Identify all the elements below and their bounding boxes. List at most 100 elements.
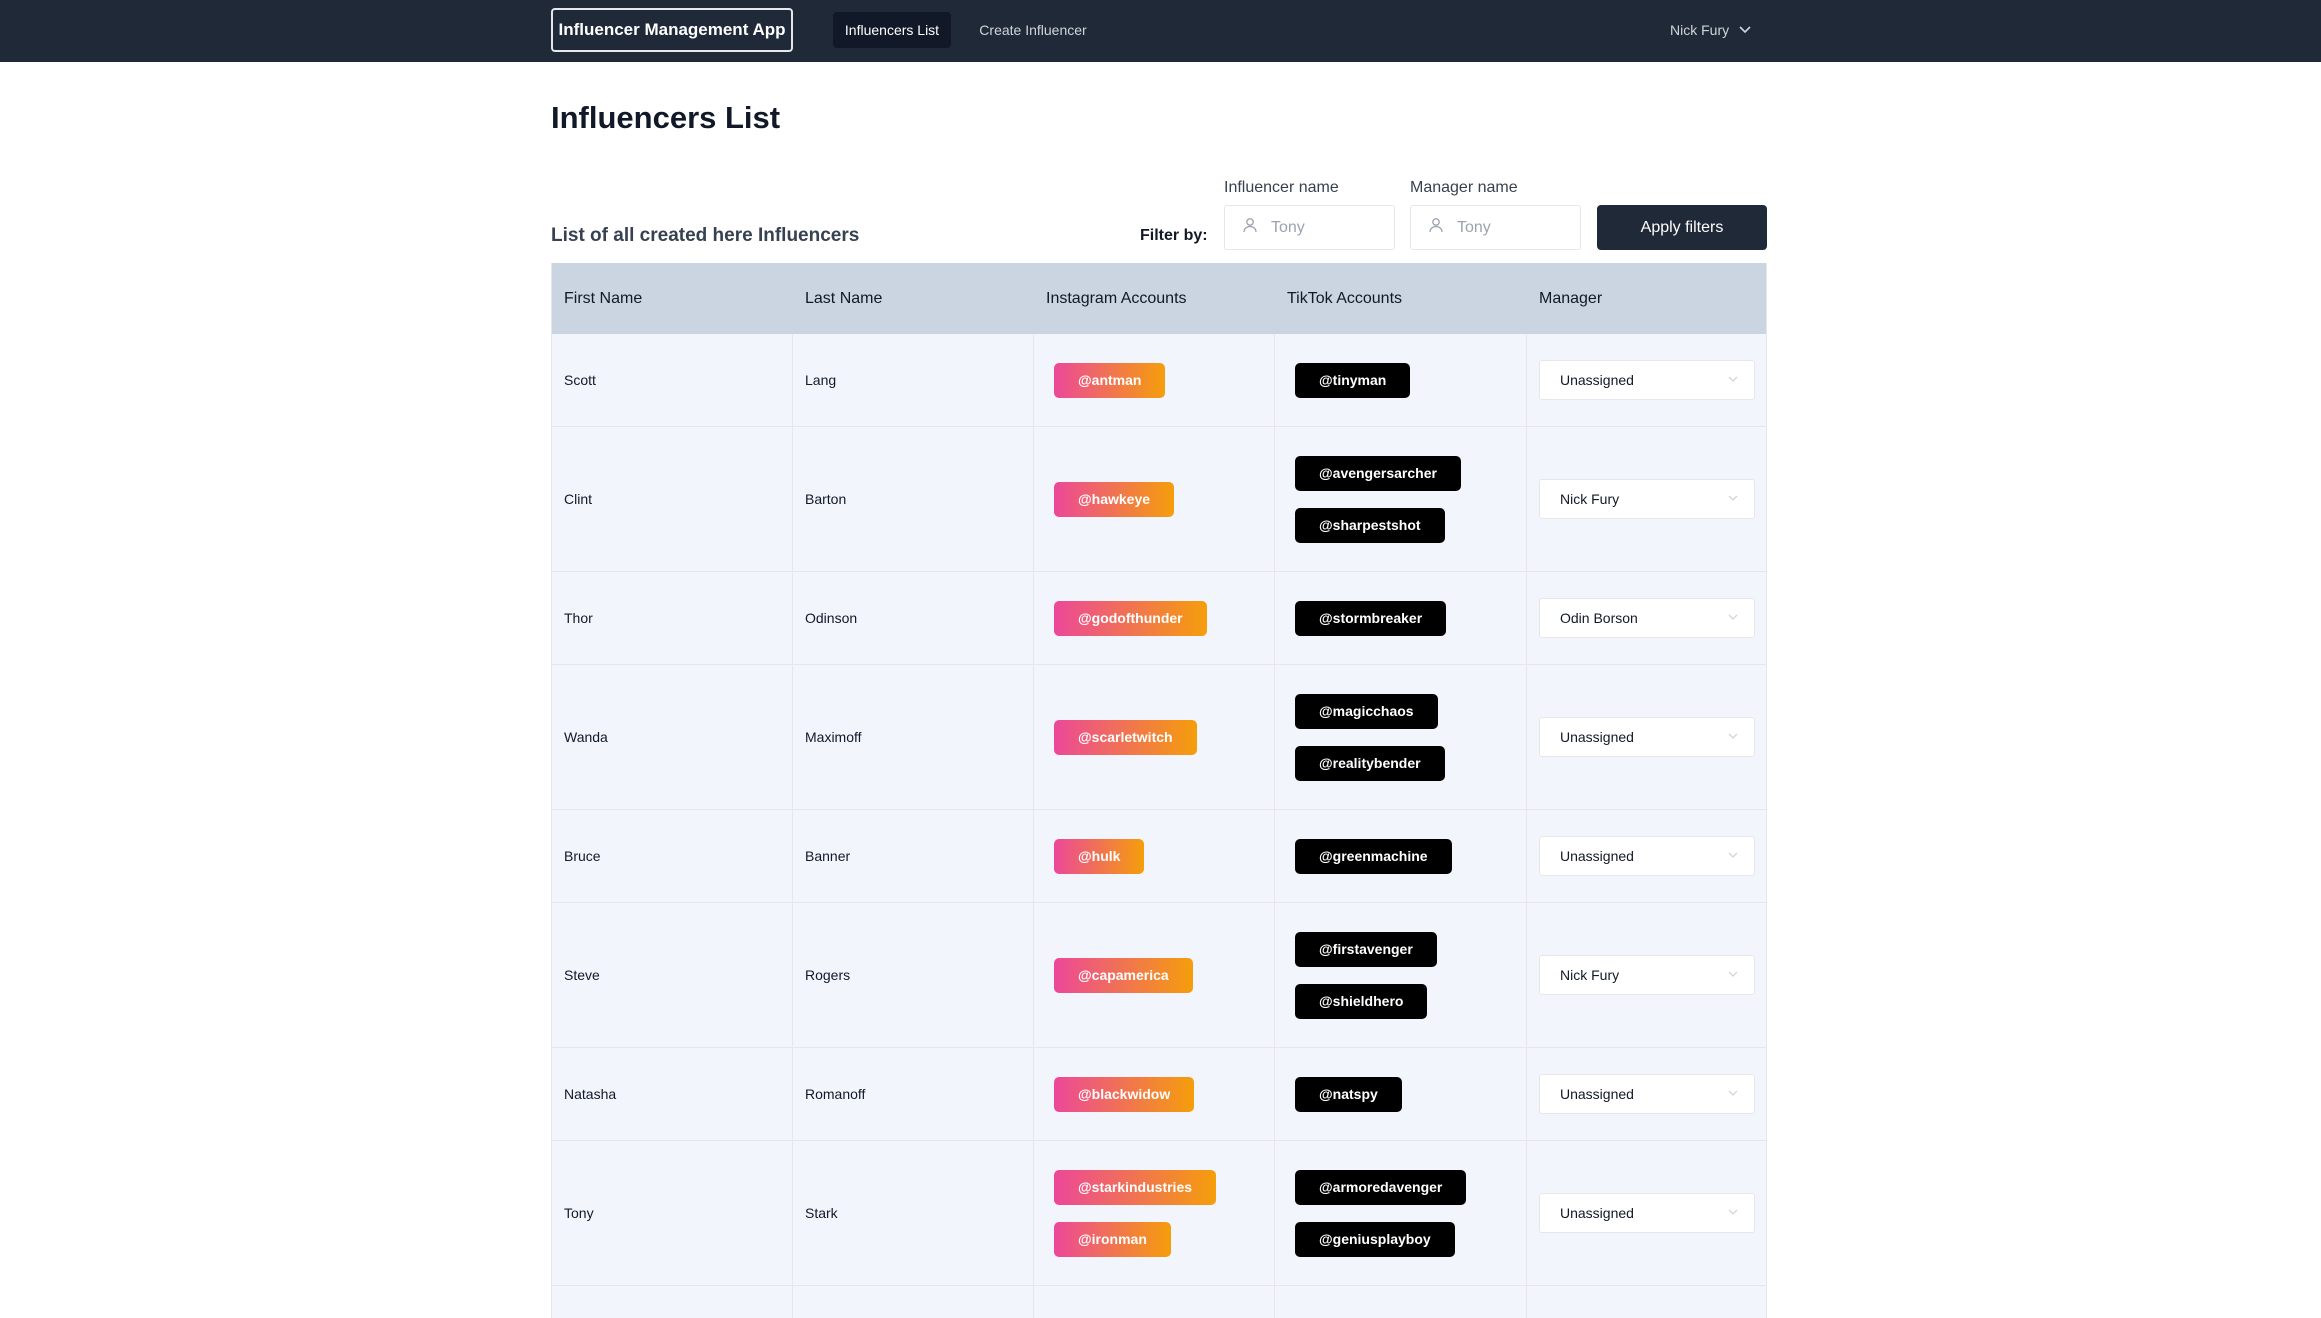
cell-first-name: Bruce	[552, 810, 793, 902]
cell-tiktok-accounts: @magicchaos @realitybender	[1275, 665, 1527, 809]
instagram-tag[interactable]: @scarletwitch	[1054, 719, 1197, 755]
table-row: Tony Stark @starkindustries @ironman @armore…	[552, 1141, 1766, 1286]
table-row: Thor Odinson @godofthunder @stormbreaker Od…	[552, 572, 1766, 665]
influencer-name-input[interactable]: Tony	[1224, 205, 1395, 250]
manager-select[interactable]: Unassigned	[1539, 360, 1755, 400]
cell-instagram-accounts	[1034, 1286, 1275, 1318]
cell-manager: Unassigned	[1527, 810, 1766, 902]
cell-empty	[1275, 1286, 1527, 1318]
manager-name-label: Manager name	[1410, 179, 1518, 196]
cell-empty	[552, 1286, 793, 1318]
table-row-partial	[552, 1286, 1766, 1318]
cell-last-name: Odinson	[793, 572, 1034, 664]
cell-instagram-accounts: @godofthunder	[1034, 572, 1275, 664]
cell-empty	[793, 1286, 1034, 1318]
cell-tiktok-accounts: @greenmachine	[1275, 810, 1527, 902]
cell-first-name: Wanda	[552, 665, 793, 809]
header-instagram-accounts: Instagram Accounts	[1046, 289, 1187, 307]
manager-select-value: Unassigned	[1560, 729, 1634, 745]
tiktok-tag[interactable]: @realitybender	[1295, 745, 1445, 781]
apply-filters-button[interactable]: Apply filters	[1597, 205, 1767, 250]
user-name: Nick Fury	[1670, 22, 1730, 38]
table-body: Scott Lang @antman @tinyman Unassigned Clin…	[552, 334, 1766, 1318]
table-row: Scott Lang @antman @tinyman Unassigned	[552, 334, 1766, 427]
tiktok-tag[interactable]: @stormbreaker	[1295, 600, 1447, 636]
header-first-name: First Name	[564, 289, 643, 307]
page-subtitle: List of all created here Influencers	[551, 225, 860, 246]
cell-first-name: Scott	[552, 334, 793, 426]
cell-instagram-accounts: @capamerica	[1034, 903, 1275, 1047]
page-title: Influencers List	[551, 100, 781, 135]
cell-tiktok-accounts: @avengersarcher @sharpestshot	[1275, 427, 1527, 571]
cell-tiktok-accounts: @firstavenger @shieldhero	[1275, 903, 1527, 1047]
manager-select[interactable]: Unassigned	[1539, 1074, 1755, 1114]
cell-tiktok-accounts: @tinyman	[1275, 334, 1527, 426]
cell-last-name: Stark	[793, 1141, 1034, 1285]
cell-manager: Odin Borson	[1527, 572, 1766, 664]
manager-select[interactable]: Unassigned	[1539, 717, 1755, 757]
tiktok-tag[interactable]: @armoredavenger	[1295, 1169, 1467, 1205]
instagram-tag[interactable]: @capamerica	[1054, 957, 1193, 993]
table-header-row: First Name Last Name Instagram Accounts …	[552, 263, 1766, 334]
tiktok-tag[interactable]: @tinyman	[1295, 362, 1411, 398]
manager-name-placeholder: Tony	[1457, 218, 1491, 236]
tiktok-tag[interactable]: @shieldhero	[1295, 983, 1428, 1019]
cell-manager: Unassigned	[1527, 1141, 1766, 1285]
instagram-tag[interactable]: @hawkeye	[1054, 481, 1175, 517]
chevron-down-icon	[1726, 848, 1740, 865]
instagram-tag[interactable]: @starkindustries	[1054, 1169, 1217, 1205]
table-row: Natasha Romanoff @blackwidow @natspy Unassi…	[552, 1048, 1766, 1141]
cell-manager: Nick Fury	[1527, 903, 1766, 1047]
chevron-down-icon	[1726, 1205, 1740, 1222]
nav-link-influencers-list[interactable]: Influencers List	[833, 12, 951, 48]
manager-select[interactable]: Nick Fury	[1539, 479, 1755, 519]
table-row: Clint Barton @hawkeye @avengersarcher @sharp…	[552, 427, 1766, 572]
tiktok-tag[interactable]: @firstavenger	[1295, 931, 1437, 967]
chevron-down-icon	[1726, 967, 1740, 984]
cell-last-name: Barton	[793, 427, 1034, 571]
user-menu[interactable]: Nick Fury	[1670, 12, 1753, 48]
table-row: Wanda Maximoff @scarletwitch @magicchaos @re…	[552, 665, 1766, 810]
tiktok-tag[interactable]: @natspy	[1295, 1076, 1402, 1112]
header-tiktok-accounts: TikTok Accounts	[1287, 289, 1403, 307]
tiktok-tag[interactable]: @greenmachine	[1295, 838, 1452, 874]
instagram-tag[interactable]: @ironman	[1054, 1221, 1171, 1257]
manager-select-value: Nick Fury	[1560, 967, 1620, 983]
instagram-tag[interactable]: @hulk	[1054, 838, 1145, 874]
top-navbar: Influencer Management App Influencers Li…	[0, 0, 2321, 62]
instagram-tag[interactable]: @blackwidow	[1054, 1076, 1195, 1112]
manager-select[interactable]: Unassigned	[1539, 1193, 1755, 1233]
cell-last-name: Maximoff	[793, 665, 1034, 809]
cell-manager: Unassigned	[1527, 1048, 1766, 1140]
table-row: Bruce Banner @hulk @greenmachine Unassigned	[552, 810, 1766, 903]
tiktok-tag[interactable]: @avengersarcher	[1295, 455, 1461, 491]
manager-select-value: Nick Fury	[1560, 491, 1620, 507]
manager-select-value: Odin Borson	[1560, 610, 1638, 626]
manager-name-input[interactable]: Tony	[1410, 205, 1581, 250]
cell-instagram-accounts: @blackwidow	[1034, 1048, 1275, 1140]
influencers-table: First Name Last Name Instagram Accounts …	[551, 263, 1767, 1318]
instagram-tag[interactable]: @godofthunder	[1054, 600, 1207, 636]
manager-select[interactable]: Nick Fury	[1539, 955, 1755, 995]
influencer-name-placeholder: Tony	[1271, 218, 1305, 236]
manager-select[interactable]: Unassigned	[1539, 836, 1755, 876]
cell-first-name: Tony	[552, 1141, 793, 1285]
instagram-tag[interactable]: @antman	[1054, 362, 1166, 398]
cell-tiktok-accounts: @natspy	[1275, 1048, 1527, 1140]
nav-link-create-influencer[interactable]: Create Influencer	[968, 12, 1098, 48]
cell-manager: Nick Fury	[1527, 427, 1766, 571]
chevron-down-icon	[1726, 372, 1740, 389]
tiktok-tag[interactable]: @geniusplayboy	[1295, 1221, 1455, 1257]
cell-first-name: Clint	[552, 427, 793, 571]
tiktok-tag[interactable]: @sharpestshot	[1295, 507, 1445, 543]
chevron-down-icon	[1726, 729, 1740, 746]
header-last-name: Last Name	[805, 289, 883, 307]
cell-last-name: Rogers	[793, 903, 1034, 1047]
app-brand-link[interactable]: Influencer Management App	[551, 8, 793, 52]
cell-first-name: Natasha	[552, 1048, 793, 1140]
manager-select[interactable]: Odin Borson	[1539, 598, 1755, 638]
manager-select-value: Unassigned	[1560, 372, 1634, 388]
chevron-down-icon	[1726, 491, 1740, 508]
tiktok-tag[interactable]: @magicchaos	[1295, 693, 1438, 729]
cell-first-name: Steve	[552, 903, 793, 1047]
